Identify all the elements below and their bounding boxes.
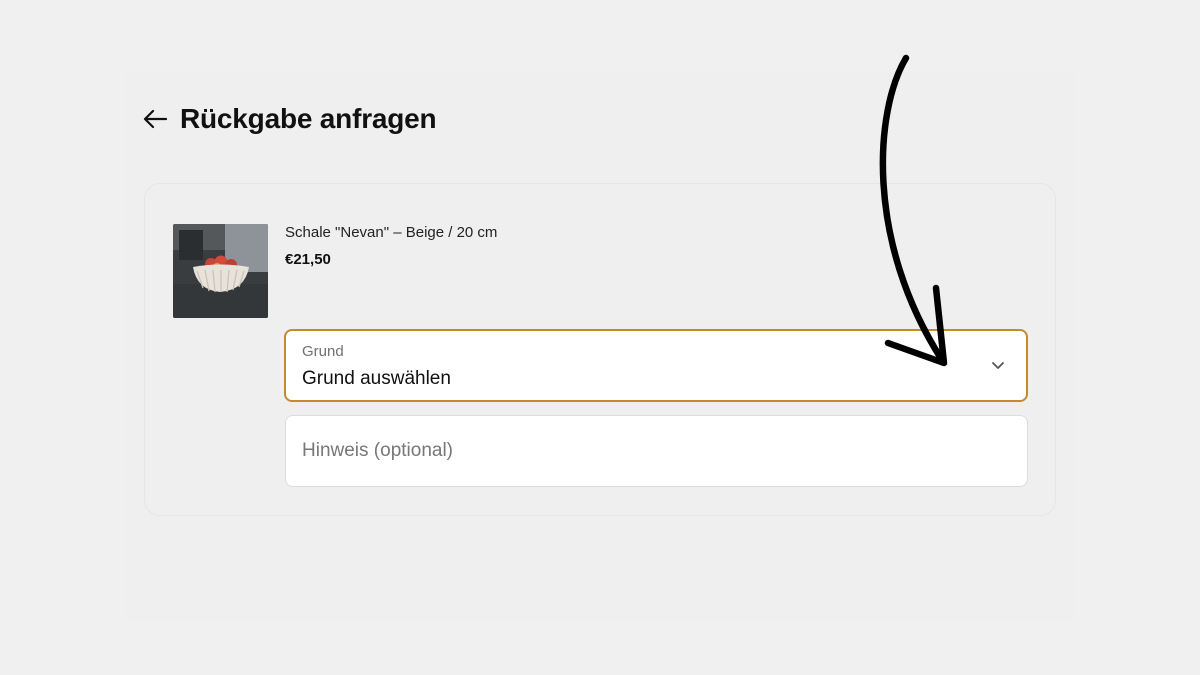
reason-select-value: Grund auswählen xyxy=(302,368,451,389)
product-price: €21,50 xyxy=(285,251,331,268)
reason-select[interactable]: Grund Grund auswählen xyxy=(284,329,1028,402)
arrow-left-icon xyxy=(143,109,168,129)
page-header: Rückgabe anfragen xyxy=(141,101,437,137)
page-title: Rückgabe anfragen xyxy=(180,103,437,134)
back-button[interactable] xyxy=(141,105,169,133)
reason-select-label: Grund xyxy=(302,343,344,360)
product-image xyxy=(173,224,268,318)
product-name: Schale "Nevan" – Beige / 20 cm xyxy=(285,224,498,241)
note-input[interactable] xyxy=(285,415,1028,487)
chevron-down-icon xyxy=(992,362,1004,369)
